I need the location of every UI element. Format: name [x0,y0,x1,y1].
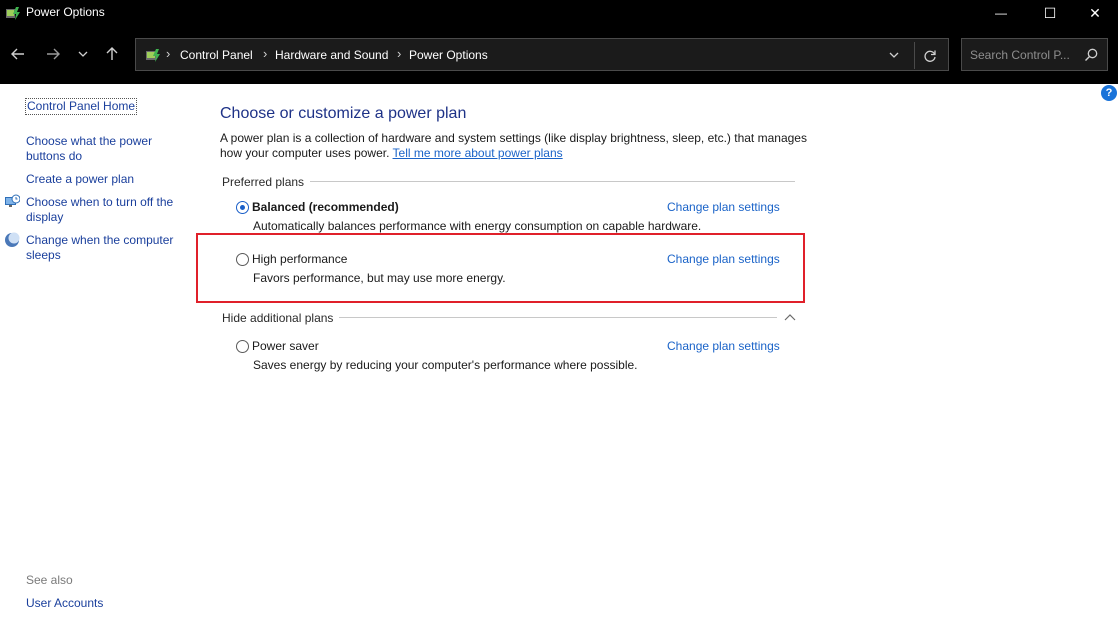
breadcrumb-separator: › [263,46,268,61]
control-panel-icon [146,49,160,62]
refresh-icon [923,50,936,62]
sidebar-link-sleep[interactable]: Change when the computer sleeps [26,233,186,263]
learn-more-link[interactable]: Tell me more about power plans [393,146,563,160]
arrow-right-icon [47,48,60,60]
search-box [961,38,1108,71]
power-options-icon [6,7,20,20]
minimize-button[interactable]: — [978,0,1024,26]
search-icon[interactable] [1083,47,1099,63]
change-plan-settings-high-performance[interactable]: Change plan settings [667,252,780,266]
breadcrumb[interactable]: › Control Panel › Hardware and Sound › P… [135,38,949,71]
arrow-up-icon [106,47,118,60]
crumb-power-options[interactable]: Power Options [409,48,488,62]
sidebar-link-display-off[interactable]: Choose when to turn off the display [26,195,186,225]
arrow-left-icon [11,48,24,60]
address-bar: › Control Panel › Hardware and Sound › P… [0,26,1118,84]
plan-radio-power-saver[interactable] [236,340,249,353]
breadcrumb-separator: › [397,46,402,61]
crumb-hardware-and-sound[interactable]: Hardware and Sound [275,48,388,62]
see-also-label: See also [26,573,73,587]
back-button[interactable] [4,40,32,68]
chevron-up-icon[interactable] [783,311,797,323]
plan-name-high-performance[interactable]: High performance [252,252,347,266]
page-title: Choose or customize a power plan [220,105,467,122]
sleep-moon-icon [5,232,20,247]
sidebar-link-power-buttons[interactable]: Choose what the power buttons do [26,134,176,164]
page-description: A power plan is a collection of hardware… [220,131,820,161]
title-bar: Power Options — ☐ ✕ [0,0,1118,26]
plan-radio-balanced[interactable] [236,201,249,214]
change-plan-settings-balanced[interactable]: Change plan settings [667,200,780,214]
close-button[interactable]: ✕ [1072,0,1118,26]
preferred-plans-label: Preferred plans [222,175,311,189]
plan-desc-high-performance: Favors performance, but may use more ene… [253,271,506,285]
crumb-control-panel[interactable]: Control Panel [180,48,253,62]
maximize-button[interactable]: ☐ [1027,0,1073,26]
chevron-down-icon [78,51,88,57]
control-panel-home-link[interactable]: Control Panel Home [25,98,138,115]
breadcrumb-separator: › [166,46,171,61]
help-icon[interactable]: ? [1101,85,1117,101]
minimize-icon: — [995,6,1007,20]
up-button[interactable] [98,40,126,68]
sidebar-link-create-plan[interactable]: Create a power plan [26,172,134,187]
maximize-icon: ☐ [1043,4,1057,21]
refresh-button[interactable] [914,42,944,69]
plan-name-power-saver[interactable]: Power saver [252,339,319,353]
plan-desc-balanced: Automatically balances performance with … [253,219,702,233]
window-title: Power Options [26,5,105,19]
highlight-box [196,233,805,303]
plan-desc-power-saver: Saves energy by reducing your computer's… [253,358,638,372]
search-input[interactable] [962,39,1080,70]
recent-locations-button[interactable] [69,40,97,68]
display-clock-icon [5,194,20,207]
plan-name-balanced[interactable]: Balanced (recommended) [252,200,399,214]
hide-additional-plans-label[interactable]: Hide additional plans [222,311,340,325]
forward-button[interactable] [39,40,67,68]
see-also-user-accounts-link[interactable]: User Accounts [26,596,103,611]
plan-radio-high-performance[interactable] [236,253,249,266]
close-icon: ✕ [1089,4,1101,21]
address-dropdown-button[interactable] [884,46,904,64]
chevron-down-icon [889,52,899,58]
change-plan-settings-power-saver[interactable]: Change plan settings [667,339,780,353]
